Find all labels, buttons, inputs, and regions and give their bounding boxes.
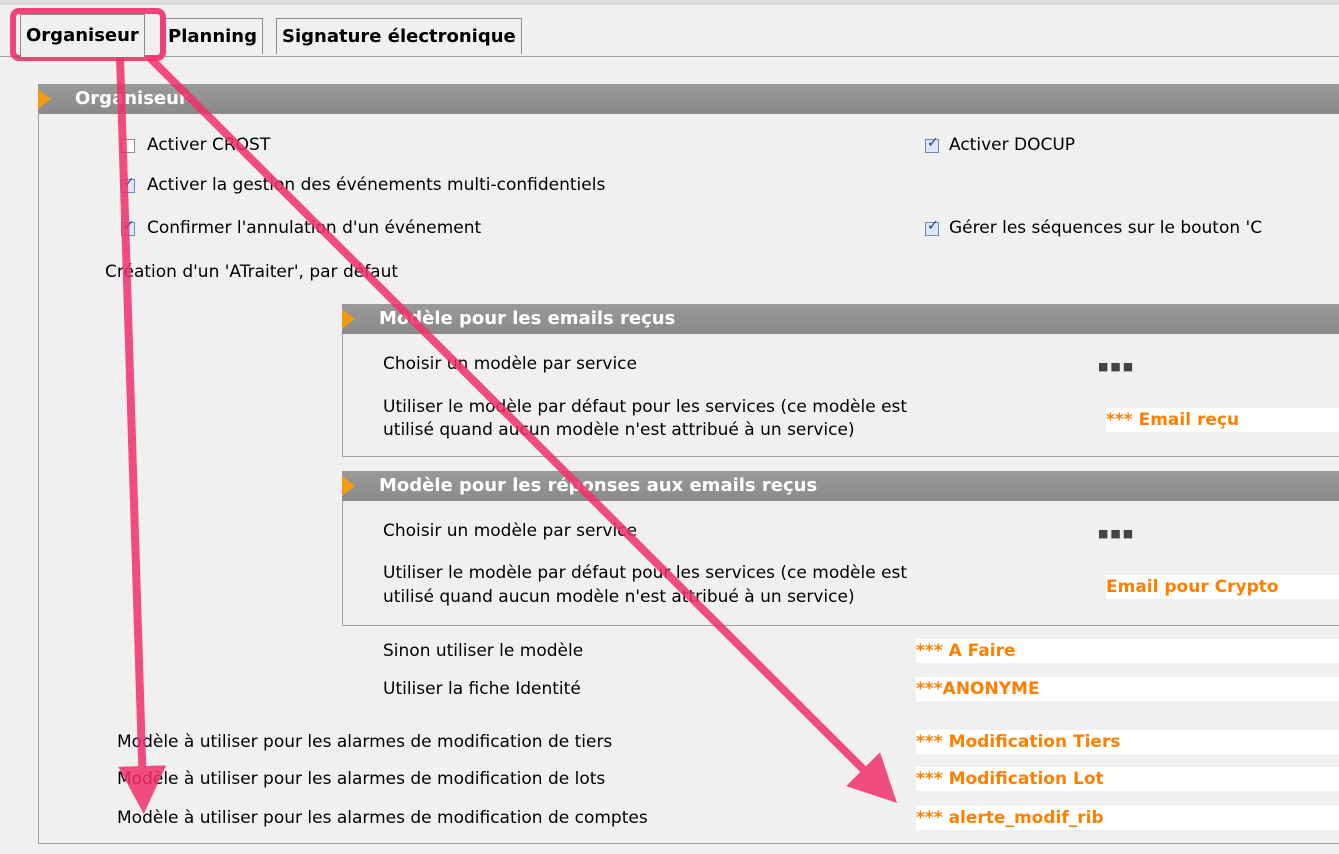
annotation-arrow-left bbox=[116, 57, 167, 814]
annotation-arrow-right bbox=[147, 55, 897, 803]
annotation-overlay bbox=[10, 8, 897, 814]
tab-organiseur[interactable]: Organiseur bbox=[20, 14, 145, 57]
